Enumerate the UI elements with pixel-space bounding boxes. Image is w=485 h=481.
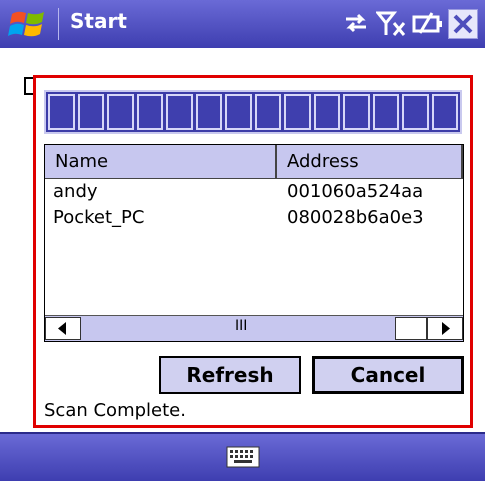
close-button[interactable] — [448, 9, 478, 39]
horizontal-scrollbar[interactable]: III — [45, 315, 463, 341]
title-bar: Start — [0, 0, 485, 48]
progress-segment — [402, 94, 429, 130]
progress-segment — [225, 94, 252, 130]
screen: Start Name Address andy 001060a524aa Poc… — [0, 0, 485, 481]
column-header-address[interactable]: Address — [277, 145, 463, 179]
progress-segment — [107, 94, 134, 130]
scroll-left-button[interactable] — [45, 317, 81, 340]
title-separator — [58, 8, 59, 40]
cancel-button[interactable]: Cancel — [312, 356, 464, 394]
windows-flag-icon[interactable] — [8, 6, 48, 42]
list-item[interactable]: Pocket_PC 080028b6a0e3 — [45, 207, 463, 233]
progress-segment — [254, 94, 281, 130]
column-header-name[interactable]: Name — [45, 145, 277, 179]
close-icon — [453, 14, 473, 34]
device-name: Pocket_PC — [53, 207, 145, 228]
progress-segment — [284, 94, 311, 130]
progress-segment — [77, 94, 104, 130]
status-text: Scan Complete. — [44, 400, 186, 421]
progress-segment — [195, 94, 222, 130]
bottom-bar — [0, 432, 485, 481]
device-address: 080028b6a0e3 — [287, 207, 424, 228]
scan-progress-bar — [44, 90, 462, 134]
arrow-right-icon — [442, 322, 450, 335]
progress-segment — [372, 94, 399, 130]
keyboard-icon[interactable] — [226, 444, 260, 470]
device-name: andy — [53, 181, 98, 202]
battery-icon[interactable] — [412, 9, 444, 37]
device-address: 001060a524aa — [287, 181, 424, 202]
list-item[interactable]: andy 001060a524aa — [45, 181, 463, 207]
arrow-left-icon — [58, 322, 66, 335]
connectivity-icon[interactable] — [342, 9, 370, 37]
list-header: Name Address — [45, 145, 463, 179]
window-title[interactable]: Start — [70, 9, 127, 33]
progress-segment — [166, 94, 193, 130]
progress-segment — [136, 94, 163, 130]
scrollbar-grip: III — [235, 318, 248, 334]
scroll-thumb[interactable] — [395, 317, 427, 340]
progress-segment — [343, 94, 370, 130]
device-list[interactable]: Name Address andy 001060a524aa Pocket_PC… — [44, 144, 464, 342]
signal-off-icon[interactable] — [376, 9, 408, 39]
device-scan-dialog: Name Address andy 001060a524aa Pocket_PC… — [33, 75, 473, 428]
progress-segment — [313, 94, 340, 130]
progress-segment — [431, 94, 458, 130]
progress-segment — [48, 94, 75, 130]
scroll-right-button[interactable] — [427, 317, 463, 340]
refresh-button[interactable]: Refresh — [159, 356, 301, 394]
